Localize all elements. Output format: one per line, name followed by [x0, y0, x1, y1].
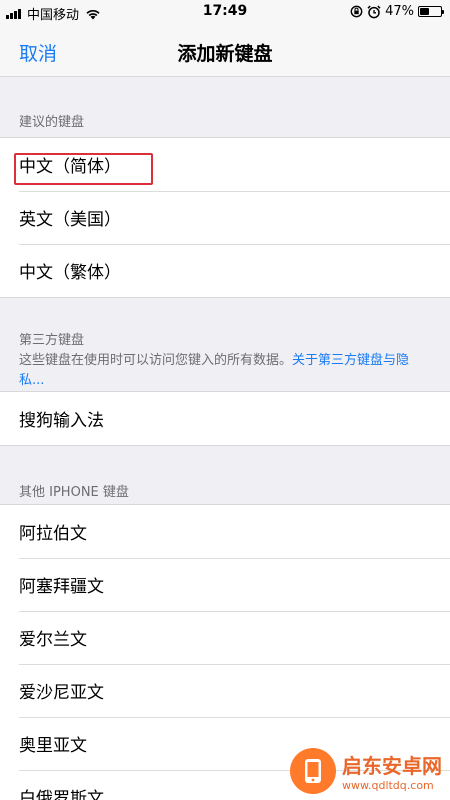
watermark-logo-icon: [290, 748, 336, 794]
keyboard-label: 英文（美国）: [19, 210, 121, 230]
keyboard-label: 阿拉伯文: [19, 524, 87, 544]
battery-icon: [418, 6, 444, 17]
alarm-icon: [367, 4, 381, 18]
keyboard-irish[interactable]: 爱尔兰文: [0, 611, 450, 664]
other-iphone-keyboards-header: 其他 IPHONE 键盘: [0, 445, 450, 504]
keyboard-estonian[interactable]: 爱沙尼亚文: [0, 664, 450, 717]
keyboard-label: 爱沙尼亚文: [19, 683, 104, 703]
battery-percent: 47%: [385, 4, 414, 19]
watermark: 启东安卓网 www.qdltdq.com: [290, 748, 442, 794]
third-party-description-text: 这些键盘在使用时可以访问您键入的所有数据。: [19, 353, 293, 368]
suggested-keyboards-list: 中文（简体） 英文（美国） 中文（繁体）: [0, 137, 450, 297]
keyboard-label: 爱尔兰文: [19, 630, 87, 650]
watermark-text: 启东安卓网 www.qdltdq.com: [342, 750, 442, 792]
keyboard-label: 白俄罗斯文: [19, 789, 104, 800]
other-iphone-header-label: 其他 IPHONE 键盘: [19, 485, 129, 500]
third-party-description: 这些键盘在使用时可以访问您键入的所有数据。关于第三方键盘与隐私...: [19, 351, 431, 391]
suggested-keyboards-header: 建议的键盘: [0, 77, 450, 137]
keyboard-chinese-traditional[interactable]: 中文（繁体）: [0, 244, 450, 297]
keyboard-chinese-simplified[interactable]: 中文（简体）: [0, 138, 450, 191]
status-bar: 中国移动 17:49 47%: [0, 0, 450, 24]
keyboard-label: 阿塞拜疆文: [19, 577, 104, 597]
rotation-lock-icon: [350, 5, 363, 18]
keyboard-english-us[interactable]: 英文（美国）: [0, 191, 450, 244]
keyboard-arabic[interactable]: 阿拉伯文: [0, 505, 450, 558]
third-party-keyboards-header: 第三方键盘 这些键盘在使用时可以访问您键入的所有数据。关于第三方键盘与隐私...: [0, 297, 450, 391]
keyboard-label: 中文（简体）: [19, 157, 121, 177]
keyboard-sogou[interactable]: 搜狗输入法: [0, 392, 450, 445]
keyboard-label: 中文（繁体）: [19, 263, 121, 283]
status-right: 47%: [350, 4, 444, 19]
watermark-url: www.qdltdq.com: [342, 779, 434, 792]
nav-bar: 取消 添加新键盘: [0, 24, 450, 77]
keyboard-label: 搜狗输入法: [19, 411, 104, 431]
third-party-header-label: 第三方键盘: [19, 333, 85, 348]
battery-fill: [420, 8, 430, 15]
keyboard-label: 奥里亚文: [19, 736, 87, 756]
keyboard-azerbaijani[interactable]: 阿塞拜疆文: [0, 558, 450, 611]
third-party-keyboards-list: 搜狗输入法: [0, 391, 450, 445]
watermark-title: 启东安卓网: [342, 754, 442, 778]
page-title: 添加新键盘: [177, 43, 273, 65]
suggested-header-label: 建议的键盘: [19, 115, 85, 130]
